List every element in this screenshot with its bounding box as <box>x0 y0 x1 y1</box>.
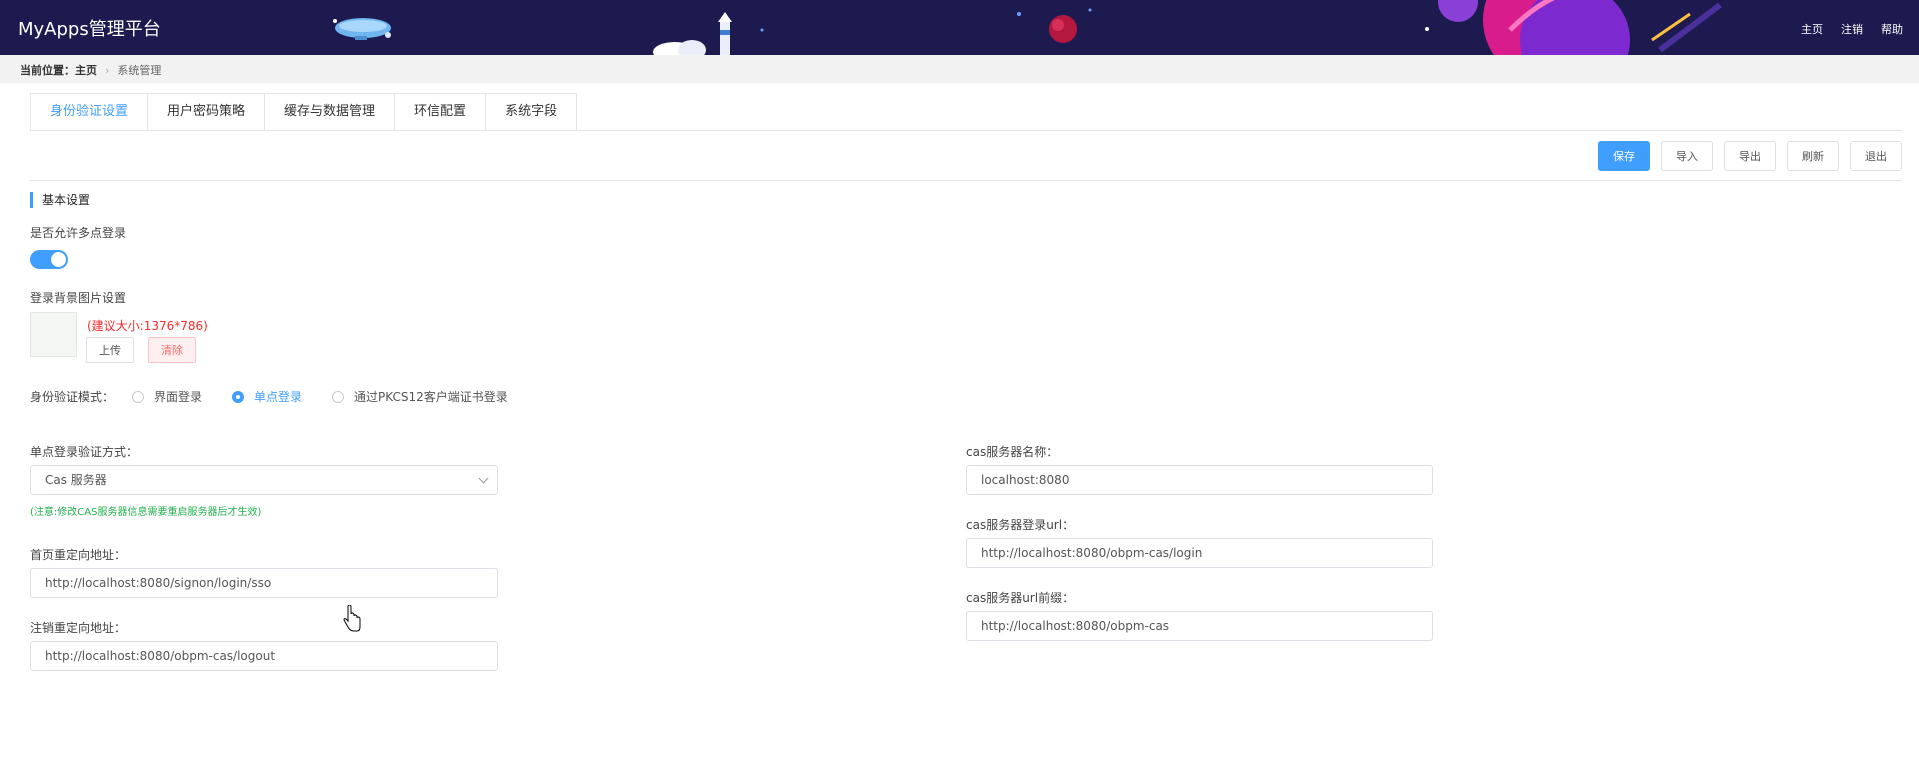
multi-login-toggle[interactable] <box>30 250 68 269</box>
nav-logout-link[interactable]: 注销 <box>1841 21 1863 37</box>
settings-tabs: 身份验证设置 用户密码策略 缓存与数据管理 环信配置 系统字段 <box>30 93 578 131</box>
cas-url-prefix-label: cas服务器url前缀： <box>966 591 1075 605</box>
top-nav: 主页 注销 帮助 <box>1783 21 1903 37</box>
chevron-down-icon <box>478 473 489 484</box>
clear-button[interactable]: 清除 <box>148 337 196 363</box>
nav-help-link[interactable]: 帮助 <box>1881 21 1903 37</box>
logout-redirect-label: 注销重定向地址： <box>30 621 127 635</box>
tabs-divider <box>30 130 1902 131</box>
cas-url-prefix-input[interactable] <box>966 611 1433 641</box>
breadcrumb: 当前位置：主页 › 系统管理 <box>0 55 1919 83</box>
toolbar-divider <box>30 180 1902 181</box>
sso-method-select[interactable]: Cas 服务器 <box>30 465 498 495</box>
sso-method-label: 单点登录验证方式： <box>30 445 139 459</box>
tab-cache-data[interactable]: 缓存与数据管理 <box>265 93 396 131</box>
multi-login-label: 是否允许多点登录 <box>30 226 127 240</box>
cas-restart-note: (注意:修改CAS服务器信息需要重启服务器后才生效) <box>30 507 262 518</box>
breadcrumb-separator-icon: › <box>105 64 110 77</box>
login-bg-thumbnail <box>30 312 77 357</box>
radio-dot-icon <box>332 390 345 403</box>
toggle-knob <box>51 252 66 267</box>
tab-auth-settings[interactable]: 身份验证设置 <box>30 93 149 131</box>
nav-home-link[interactable]: 主页 <box>1801 21 1823 37</box>
radio-pkcs12-login[interactable]: 通过PKCS12客户端证书登录 <box>332 388 508 405</box>
save-button[interactable]: 保存 <box>1598 141 1650 171</box>
tab-easemob-config[interactable]: 环信配置 <box>395 93 487 131</box>
app-brand-title: MyApps管理平台 <box>18 19 161 40</box>
breadcrumb-current: 系统管理 <box>117 64 162 77</box>
top-header: MyApps管理平台 主页 注销 帮助 <box>0 0 1919 55</box>
home-redirect-label: 首页重定向地址： <box>30 548 127 562</box>
cas-name-label: cas服务器名称： <box>966 445 1059 459</box>
cas-login-url-input[interactable] <box>966 538 1433 568</box>
cas-login-url-label: cas服务器登录url： <box>966 518 1075 532</box>
cas-name-input[interactable] <box>966 465 1433 495</box>
sso-method-value: Cas 服务器 <box>45 473 107 487</box>
radio-dot-icon <box>132 390 145 403</box>
login-bg-label: 登录背景图片设置 <box>30 291 127 305</box>
tab-password-policy[interactable]: 用户密码策略 <box>148 93 266 131</box>
radio-dot-icon <box>232 390 245 403</box>
refresh-button[interactable]: 刷新 <box>1787 141 1839 171</box>
upload-button[interactable]: 上传 <box>86 337 134 363</box>
logout-redirect-input[interactable] <box>30 641 498 671</box>
action-toolbar: 保存 导入 导出 刷新 退出 <box>1598 141 1902 171</box>
radio-pkcs12-login-label: 通过PKCS12客户端证书登录 <box>354 390 508 404</box>
radio-sso-login[interactable]: 单点登录 <box>232 388 302 405</box>
radio-sso-login-label: 单点登录 <box>254 390 303 404</box>
exit-button[interactable]: 退出 <box>1850 141 1902 171</box>
auth-mode-label: 身份验证模式： <box>30 390 115 404</box>
home-redirect-input[interactable] <box>30 568 498 598</box>
login-bg-size-hint: (建议大小:1376*786) <box>87 319 208 333</box>
radio-ui-login-label: 界面登录 <box>154 390 203 404</box>
tab-system-fields[interactable]: 系统字段 <box>486 93 578 131</box>
import-button[interactable]: 导入 <box>1661 141 1713 171</box>
breadcrumb-label: 当前位置： <box>20 64 75 77</box>
breadcrumb-home-link[interactable]: 主页 <box>75 64 97 77</box>
export-button[interactable]: 导出 <box>1724 141 1776 171</box>
section-title: 基本设置 <box>30 192 90 208</box>
header-decoration-illustration <box>333 0 1722 55</box>
hand-pointer-cursor-icon <box>343 605 361 632</box>
radio-ui-login[interactable]: 界面登录 <box>132 388 202 405</box>
auth-mode-radio-group: 身份验证模式： 界面登录 单点登录 通过PKCS12客户端证书登录 <box>30 388 538 405</box>
